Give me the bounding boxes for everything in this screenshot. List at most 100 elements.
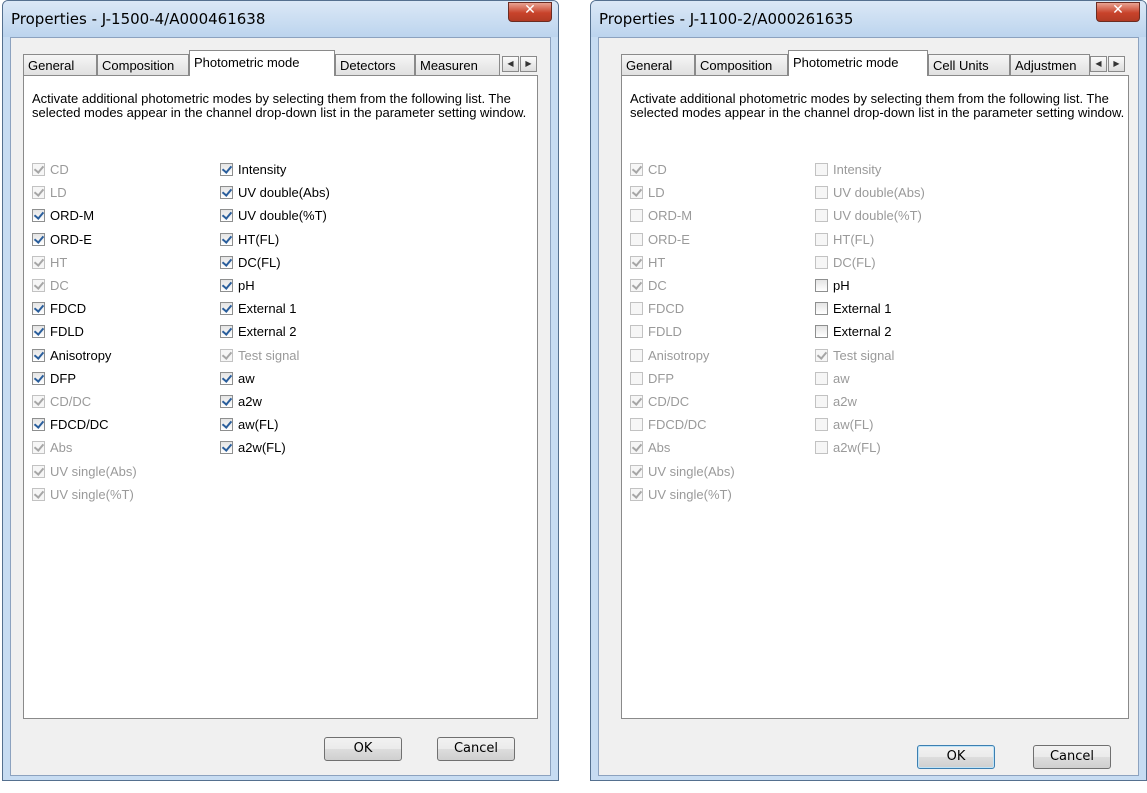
checkbox <box>630 441 643 455</box>
mode-option-test-signal: Test signal <box>220 348 299 366</box>
checkbox[interactable] <box>32 371 45 385</box>
checkbox[interactable] <box>220 163 233 176</box>
tab-general[interactable]: General <box>23 54 97 75</box>
close-button[interactable]: ✕ <box>1096 2 1140 22</box>
option-label: ORD-M <box>648 208 693 224</box>
checkbox[interactable] <box>220 209 233 223</box>
option-label: a2w <box>238 394 262 409</box>
checkbox[interactable] <box>32 232 45 246</box>
mode-option-uv-single-abs: UV single(Abs) <box>630 464 735 482</box>
mode-option-dfp: DFP <box>630 371 674 389</box>
mode-option-ph[interactable]: pH <box>815 278 850 296</box>
checkbox[interactable] <box>32 418 45 432</box>
mode-option-ord-m[interactable]: ORD-M <box>32 208 94 226</box>
checkbox[interactable] <box>220 255 233 269</box>
mode-option-ht-fl[interactable]: HT(FL) <box>220 232 279 250</box>
mode-option-ord-e[interactable]: ORD-E <box>32 232 92 250</box>
ok-button[interactable]: OK <box>324 737 402 761</box>
checkbox <box>815 418 828 432</box>
mode-option-intensity[interactable]: Intensity <box>220 162 286 180</box>
tab-adjustment[interactable]: Adjustmen <box>1010 54 1090 75</box>
mode-option-external-1[interactable]: External 1 <box>220 301 297 319</box>
mode-option-a2w-fl[interactable]: a2w(FL) <box>220 440 286 458</box>
scroll-right-icon[interactable]: ▶ <box>520 56 537 72</box>
checkbox[interactable] <box>220 302 233 316</box>
checkbox[interactable] <box>32 325 45 339</box>
tab-cell-units[interactable]: Cell Units <box>928 54 1010 75</box>
checkbox <box>815 209 828 223</box>
mode-option-aw-fl[interactable]: aw(FL) <box>220 417 278 435</box>
mode-option-cd: CD <box>630 162 667 180</box>
cancel-button[interactable]: Cancel <box>437 737 515 761</box>
checkbox[interactable] <box>220 441 233 455</box>
option-label: Test signal <box>238 347 300 363</box>
checkbox <box>32 395 45 408</box>
option-label: Anisotropy <box>50 347 112 363</box>
cancel-button[interactable]: Cancel <box>1033 745 1111 769</box>
mode-option-aw[interactable]: aw <box>220 371 255 389</box>
checkbox[interactable] <box>32 348 45 362</box>
mode-option-external-2[interactable]: External 2 <box>220 324 297 342</box>
mode-option-uv-double-t[interactable]: UV double(%T) <box>220 208 327 226</box>
mode-option-uv-double-abs[interactable]: UV double(Abs) <box>220 185 330 203</box>
ok-button[interactable]: OK <box>917 745 995 769</box>
tab-detectors[interactable]: Detectors <box>335 54 415 75</box>
option-label: UV double(%T) <box>833 208 922 224</box>
checkbox <box>630 371 643 385</box>
option-label: CD/DC <box>648 394 690 409</box>
photometric-mode-panel: Activate additional photometric modes by… <box>23 75 538 719</box>
tab-measurement[interactable]: Measuren <box>415 54 500 75</box>
mode-option-abs: Abs <box>630 440 670 458</box>
mode-option-anisotropy[interactable]: Anisotropy <box>32 348 111 366</box>
option-label: aw <box>238 370 255 386</box>
mode-option-external-2[interactable]: External 2 <box>815 324 892 342</box>
checkbox <box>630 255 643 269</box>
mode-option-ld: LD <box>630 185 665 203</box>
scroll-right-icon[interactable]: ▶ <box>1108 56 1125 72</box>
option-label: HT(FL) <box>833 231 875 247</box>
close-icon: ✕ <box>524 2 536 18</box>
option-label: UV single(%T) <box>50 486 134 502</box>
checkbox[interactable] <box>220 395 233 408</box>
checkbox[interactable] <box>220 418 233 432</box>
mode-option-fdld[interactable]: FDLD <box>32 324 84 342</box>
tab-photometric-mode[interactable]: Photometric mode <box>189 50 335 76</box>
panel-description: Activate additional photometric modes by… <box>630 91 1125 120</box>
scroll-left-icon[interactable]: ◀ <box>502 56 519 72</box>
tab-general[interactable]: General <box>621 54 695 75</box>
close-button[interactable]: ✕ <box>508 2 552 22</box>
checkbox[interactable] <box>220 232 233 246</box>
title-bar[interactable]: Properties - J-1500-4/A000461638 ✕ <box>3 1 558 37</box>
checkbox[interactable] <box>220 186 233 200</box>
checkbox[interactable] <box>220 279 233 292</box>
title-bar[interactable]: Properties - J-1100-2/A000261635 ✕ <box>591 1 1146 37</box>
mode-option-dfp[interactable]: DFP <box>32 371 76 389</box>
properties-dialog-j1100: Properties - J-1100-2/A000261635 ✕ Gener… <box>590 0 1147 781</box>
tab-photometric-mode[interactable]: Photometric mode <box>788 50 928 76</box>
mode-option-ld: LD <box>32 185 67 203</box>
checkbox[interactable] <box>815 325 828 339</box>
option-label: DC <box>50 278 69 293</box>
option-label: pH <box>833 278 850 293</box>
checkbox[interactable] <box>32 302 45 316</box>
mode-option-external-1[interactable]: External 1 <box>815 301 892 319</box>
checkbox <box>630 279 643 292</box>
mode-option-fdcd-dc[interactable]: FDCD/DC <box>32 417 109 435</box>
mode-option-ph[interactable]: pH <box>220 278 255 296</box>
checkbox <box>32 441 45 455</box>
mode-option-test-signal: Test signal <box>815 348 894 366</box>
mode-option-fdcd[interactable]: FDCD <box>32 301 86 319</box>
checkbox <box>815 395 828 408</box>
option-label: a2w(FL) <box>833 440 881 456</box>
tab-composition[interactable]: Composition <box>695 54 788 75</box>
checkbox[interactable] <box>32 209 45 223</box>
checkbox[interactable] <box>220 325 233 339</box>
mode-option-dc-fl[interactable]: DC(FL) <box>220 255 281 273</box>
checkbox[interactable] <box>220 371 233 385</box>
checkbox[interactable] <box>815 302 828 316</box>
scroll-left-icon[interactable]: ◀ <box>1090 56 1107 72</box>
checkbox[interactable] <box>815 279 828 292</box>
mode-option-a2w-fl: a2w(FL) <box>815 440 881 458</box>
tab-composition[interactable]: Composition <box>97 54 189 75</box>
mode-option-a2w[interactable]: a2w <box>220 394 262 412</box>
